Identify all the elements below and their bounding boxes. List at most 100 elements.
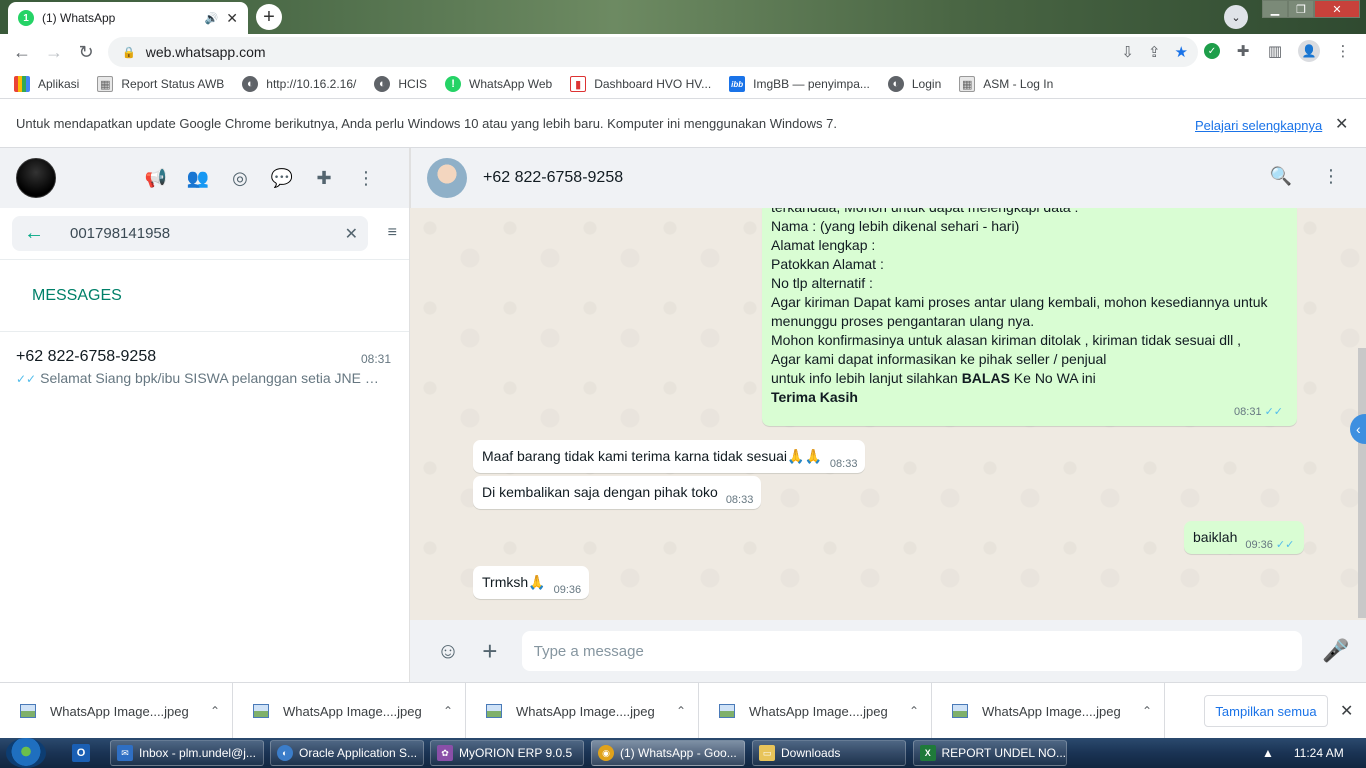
bookmark-dashboard-hvo[interactable]: ▮ Dashboard HVO HV... <box>570 76 711 92</box>
download-item[interactable]: WhatsApp Image....jpeg ⌃ <box>233 683 466 739</box>
chevron-up-icon[interactable]: ⌃ <box>1142 704 1152 718</box>
new-tab-button[interactable]: + <box>256 4 282 30</box>
search-query[interactable]: 001798141958 <box>70 225 170 242</box>
extensions-puzzle-icon[interactable]: ✚ <box>1234 41 1252 61</box>
browser-menu-icon[interactable]: ⋮ <box>1334 41 1352 61</box>
windows-taskbar: O ✉ Inbox - plm.undel@j... ◐ Oracle Applic… <box>0 738 1366 768</box>
bookmark-whatsapp-web[interactable]: ! WhatsApp Web <box>445 76 552 92</box>
communities-icon[interactable]: 👥 <box>186 166 210 190</box>
message-line: Patokkan Alamat : <box>771 256 884 272</box>
extension-side-tab-icon[interactable]: ‹ <box>1350 414 1366 444</box>
tray-expand-icon[interactable]: ▲ <box>1262 746 1274 760</box>
whatsapp-extension-icon[interactable]: ✓ <box>1204 43 1220 59</box>
chevron-up-icon[interactable]: ⌃ <box>443 704 453 718</box>
message-bubble-incoming[interactable]: Di kembalikan saja dengan pihak toko 08:… <box>473 476 762 509</box>
whatsapp-left-panel: 📢 👥 ◎ 💬 ✚ ⋮ ← 001798141958 ✕ ≡ MESSAGES … <box>0 148 410 682</box>
chat-header[interactable]: +62 822-6758-9258 🔍 ⋮ <box>410 148 1366 208</box>
download-item[interactable]: WhatsApp Image....jpeg ⌃ <box>0 683 233 739</box>
taskbar-item-downloads[interactable]: ▭ Downloads <box>752 740 906 766</box>
message-bubble-incoming[interactable]: Trmksh🙏 09:36 <box>473 566 590 599</box>
emoji-icon[interactable]: ☺ <box>434 638 462 664</box>
message-input[interactable] <box>521 631 1303 671</box>
chat-menu-icon[interactable]: ⋮ <box>1322 166 1340 187</box>
forward-arrow-icon[interactable]: → <box>38 38 70 66</box>
taskbar-item-whatsapp-chrome[interactable]: ◉ (1) WhatsApp - Goo... <box>591 740 745 766</box>
reload-icon[interactable]: ↻ <box>70 38 102 66</box>
lock-icon[interactable]: 🔒 <box>122 46 136 59</box>
browser-tab-whatsapp[interactable]: 1 (1) WhatsApp 🔊 ✕ <box>8 2 248 34</box>
clock-time[interactable]: 11:24 AM <box>1294 746 1344 760</box>
taskbar-item-myorion[interactable]: ✿ MyORION ERP 9.0.5 <box>430 740 584 766</box>
download-item[interactable]: WhatsApp Image....jpeg ⌃ <box>699 683 932 739</box>
message-bubble-outgoing[interactable]: baiklah 09:36 ✓✓ <box>1184 521 1305 554</box>
window-minimize-button[interactable]: ▁ <box>1262 0 1288 18</box>
chrome-update-infobar: Untuk mendapatkan update Google Chrome b… <box>0 98 1366 148</box>
outlook-pinned-icon[interactable]: O <box>66 741 96 765</box>
chrome-icon: ◉ <box>598 745 614 761</box>
taskbar-item-inbox[interactable]: ✉ Inbox - plm.undel@j... <box>110 740 264 766</box>
close-infobar-icon[interactable]: ✕ <box>1335 114 1348 134</box>
message-bubble-incoming[interactable]: Maaf barang tidak kami terima karna tida… <box>473 440 866 473</box>
bookmark-imgbb[interactable]: ibb ImgBB — penyimpa... <box>729 76 870 92</box>
chat-scrollbar[interactable] <box>1358 348 1366 618</box>
show-all-downloads-button[interactable]: Tampilkan semua <box>1204 695 1328 727</box>
bookmark-ip-address[interactable]: ◐ http://10.16.2.16/ <box>242 76 356 92</box>
close-download-shelf-icon[interactable]: ✕ <box>1340 701 1353 721</box>
window-maximize-button[interactable]: ❐ <box>1288 0 1314 18</box>
taskbar-item-oracle[interactable]: ◐ Oracle Application S... <box>270 740 424 766</box>
side-panel-icon[interactable]: ▥ <box>1266 41 1284 61</box>
download-item[interactable]: WhatsApp Image....jpeg ⌃ <box>466 683 699 739</box>
message-line: terkandala, Mohon untuk dapat melengkapi… <box>771 208 1283 217</box>
message-line: Agar kami dapat informasikan ke pihak se… <box>771 351 1107 367</box>
message-bubble-outgoing-long[interactable]: terkandala, Mohon untuk dapat melengkapi… <box>762 208 1297 426</box>
chevron-up-icon[interactable]: ⌃ <box>210 704 220 718</box>
contact-avatar[interactable] <box>427 158 467 198</box>
channels-chat-icon[interactable]: 💬 <box>270 166 294 190</box>
learn-more-link[interactable]: Pelajari selengkapnya <box>1195 118 1322 133</box>
back-arrow-icon[interactable]: ← <box>6 38 38 66</box>
audio-playing-icon[interactable]: 🔊 <box>205 12 219 25</box>
bookmark-asm-login[interactable]: ▦ ASM - Log In <box>959 76 1053 92</box>
apps-grid-icon <box>14 76 30 92</box>
chat-contact-name[interactable]: +62 822-6758-9258 <box>483 169 623 187</box>
microphone-icon[interactable]: 🎤 <box>1322 638 1350 664</box>
profile-avatar-icon[interactable]: 👤 <box>1298 40 1320 62</box>
chevron-up-icon[interactable]: ⌃ <box>676 704 686 718</box>
message-meta: 08:31 ✓✓ <box>1234 406 1283 418</box>
back-arrow-icon[interactable]: ← <box>24 222 44 245</box>
share-icon[interactable]: ⇪ <box>1148 43 1161 61</box>
taskbar-item-excel-report[interactable]: X REPORT UNDEL NO... <box>913 740 1067 766</box>
message-line: No tlp alternatif : <box>771 275 873 291</box>
clear-search-icon[interactable]: ✕ <box>345 224 358 244</box>
window-close-button[interactable]: ✕ <box>1314 0 1360 18</box>
image-file-icon <box>253 704 269 718</box>
image-file-icon <box>486 704 502 718</box>
channels-megaphone-icon[interactable]: 📢 <box>144 166 168 190</box>
install-app-icon[interactable]: ⇩ <box>1121 43 1134 61</box>
search-icon[interactable]: 🔍 <box>1270 166 1292 187</box>
filter-icon[interactable]: ≡ <box>388 224 397 242</box>
windows-start-button[interactable] <box>6 738 46 768</box>
menu-icon[interactable]: ⋮ <box>354 166 378 190</box>
bookmark-star-icon[interactable]: ★ <box>1175 43 1188 61</box>
bookmark-report-status-awb[interactable]: ▦ Report Status AWB <box>97 76 224 92</box>
message-lines: terkandala, Mohon untuk dapat melengkapi… <box>771 208 1283 369</box>
page-icon: ▦ <box>959 76 976 92</box>
whatsapp-icon: ! <box>445 76 462 92</box>
bookmark-apps[interactable]: Aplikasi <box>14 76 79 92</box>
browser-tab-strip: 1 (1) WhatsApp 🔊 ✕ + ⌄ ▁ ❐ ✕ <box>0 0 1366 34</box>
chevron-up-icon[interactable]: ⌃ <box>909 704 919 718</box>
address-bar[interactable]: 🔒 web.whatsapp.com ⇩ ⇪ ★ <box>108 37 1198 67</box>
my-profile-avatar[interactable] <box>16 158 56 198</box>
search-result-item[interactable]: +62 822-6758-9258 08:31 ✓✓ Selamat Siang … <box>0 332 409 402</box>
search-input[interactable]: ← 001798141958 ✕ <box>12 216 368 251</box>
bookmark-hcis[interactable]: ◐ HCIS <box>374 76 427 92</box>
new-chat-icon[interactable]: ✚ <box>312 166 336 190</box>
tab-search-chevron-icon[interactable]: ⌄ <box>1224 5 1248 29</box>
attach-plus-icon[interactable]: + <box>476 636 504 667</box>
bookmark-login[interactable]: ◐ Login <box>887 76 941 92</box>
download-item[interactable]: WhatsApp Image....jpeg ⌃ <box>932 683 1165 739</box>
message-time: 09:36 <box>553 584 582 596</box>
status-icon[interactable]: ◎ <box>228 166 252 190</box>
close-tab-icon[interactable]: ✕ <box>226 10 238 27</box>
